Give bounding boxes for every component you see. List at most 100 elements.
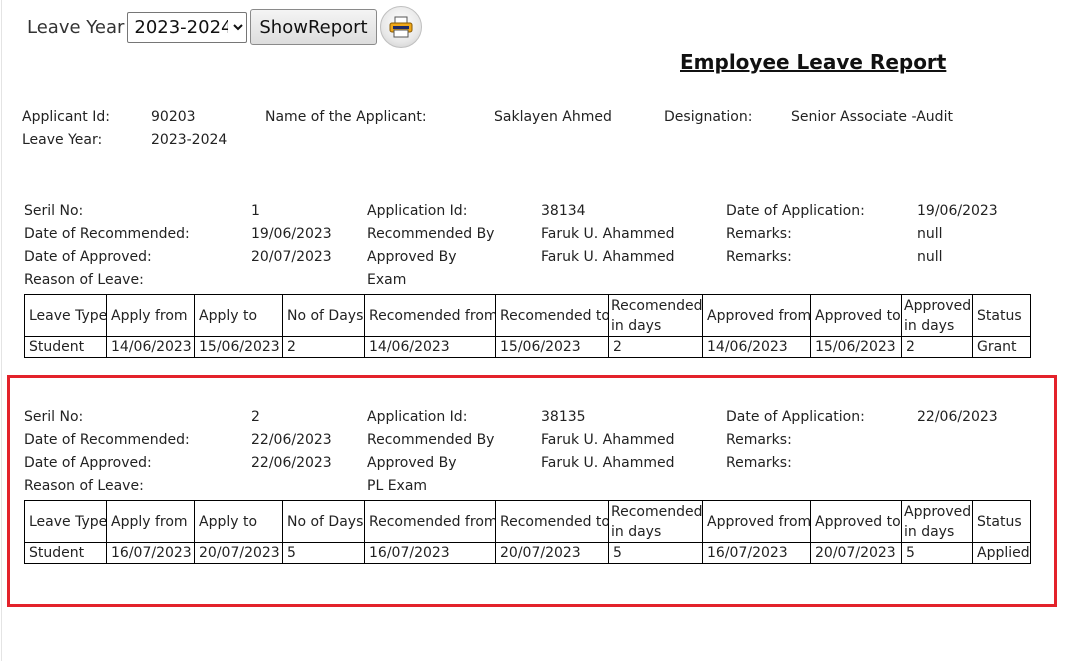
approved-by-value: Faruk U. Ahammed — [541, 455, 675, 471]
column-header: Recomended from — [364, 294, 496, 337]
table-cell: 5 — [901, 542, 973, 564]
recommended-by-label: Recommended By — [367, 432, 495, 448]
approved-by-label: Approved By — [367, 249, 457, 265]
column-header: Leave Type — [24, 294, 107, 337]
show-report-button[interactable]: ShowReport — [250, 9, 377, 45]
leave-year-info-label: Leave Year: — [22, 132, 103, 148]
column-header: No of Days — [282, 294, 365, 337]
column-header: Approved in days — [901, 294, 973, 337]
table-row: Student 16/07/2023 20/07/2023 5 16/07/20… — [24, 542, 1031, 564]
table-cell: 2 — [901, 336, 973, 358]
date-of-approved-value: 20/07/2023 — [251, 249, 332, 265]
table-cell: 2 — [608, 336, 703, 358]
approved-remarks-label: Remarks: — [726, 249, 792, 265]
column-header: Recomended in days — [608, 294, 703, 337]
reason-of-leave-label: Reason of Leave: — [24, 478, 144, 494]
table-cell: 5 — [608, 542, 703, 564]
table-cell: 15/06/2023 — [495, 336, 609, 358]
date-of-recommended-value: 19/06/2023 — [251, 226, 332, 242]
column-header: Recomended to — [495, 294, 609, 337]
report-title: Employee Leave Report — [680, 50, 947, 74]
column-header: Approved from — [702, 294, 811, 337]
table-cell: 14/06/2023 — [702, 336, 811, 358]
leave-year-select[interactable]: 2023-2024 — [127, 11, 248, 43]
recommended-by-label: Recommended By — [367, 226, 495, 242]
table-cell: 15/06/2023 — [194, 336, 283, 358]
reason-of-leave-value: PL Exam — [367, 478, 428, 494]
date-of-application-label: Date of Application: — [726, 203, 865, 219]
table-cell: Grant — [972, 336, 1031, 358]
application-id-label: Application Id: — [367, 203, 468, 219]
table-cell: 20/07/2023 — [495, 542, 609, 564]
applicant-name-label: Name of the Applicant: — [265, 109, 427, 125]
column-header: Recomended to — [495, 500, 609, 543]
table-cell: 16/07/2023 — [106, 542, 195, 564]
column-header: No of Days — [282, 500, 365, 543]
seril-no-label: Seril No: — [24, 409, 84, 425]
date-of-recommended-label: Date of Recommended: — [24, 226, 190, 242]
reason-of-leave-value: Exam — [367, 272, 407, 288]
column-header: Approved in days — [901, 500, 973, 543]
recommended-by-value: Faruk U. Ahammed — [541, 432, 675, 448]
applicant-id-label: Applicant Id: — [22, 109, 110, 125]
table-header-row: Leave Type Apply from Apply to No of Day… — [24, 500, 1031, 543]
table-cell: 20/07/2023 — [810, 542, 902, 564]
recommended-remarks-label: Remarks: — [726, 432, 792, 448]
recommended-remarks-label: Remarks: — [726, 226, 792, 242]
date-of-approved-label: Date of Approved: — [24, 249, 152, 265]
reason-of-leave-label: Reason of Leave: — [24, 272, 144, 288]
table-header-row: Leave Type Apply from Apply to No of Day… — [24, 294, 1031, 337]
date-of-recommended-value: 22/06/2023 — [251, 432, 332, 448]
approved-remarks-label: Remarks: — [726, 455, 792, 471]
date-of-approved-value: 22/06/2023 — [251, 455, 332, 471]
recommended-by-value: Faruk U. Ahammed — [541, 226, 675, 242]
printer-icon-graphic — [389, 16, 413, 38]
seril-no-label: Seril No: — [24, 203, 84, 219]
application-id-value: 38135 — [541, 409, 586, 425]
column-header: Apply from — [106, 500, 195, 543]
applicant-name-value: Saklayen Ahmed — [494, 109, 612, 125]
leave-year-info-value: 2023-2024 — [151, 132, 228, 148]
table-row: Student 14/06/2023 15/06/2023 2 14/06/20… — [24, 336, 1031, 358]
recommended-remarks-value: null — [917, 226, 943, 242]
column-header: Apply from — [106, 294, 195, 337]
column-header: Status — [972, 500, 1031, 543]
leave-year-label: Leave Year — [27, 16, 125, 38]
designation-value: Senior Associate -Audit — [791, 109, 953, 125]
date-of-application-value: 19/06/2023 — [917, 203, 998, 219]
column-header: Recomended from — [364, 500, 496, 543]
table-cell: 5 — [282, 542, 365, 564]
column-header: Approved from — [702, 500, 811, 543]
date-of-recommended-label: Date of Recommended: — [24, 432, 190, 448]
column-header: Approved to — [810, 294, 902, 337]
table-cell: 14/06/2023 — [106, 336, 195, 358]
table-cell: 20/07/2023 — [194, 542, 283, 564]
left-border — [1, 0, 2, 661]
date-of-approved-label: Date of Approved: — [24, 455, 152, 471]
table-cell: 14/06/2023 — [364, 336, 496, 358]
column-header: Apply to — [194, 500, 283, 543]
leave-table: Leave Type Apply from Apply to No of Day… — [24, 294, 1031, 358]
application-id-value: 38134 — [541, 203, 586, 219]
seril-no-value: 1 — [251, 203, 260, 219]
column-header: Approved to — [810, 500, 902, 543]
table-cell: 16/07/2023 — [364, 542, 496, 564]
application-id-label: Application Id: — [367, 409, 468, 425]
leave-table: Leave Type Apply from Apply to No of Day… — [24, 500, 1031, 564]
column-header: Apply to — [194, 294, 283, 337]
column-header: Status — [972, 294, 1031, 337]
applicant-id-value: 90203 — [151, 109, 196, 125]
table-cell: Applied — [972, 542, 1031, 564]
table-cell: Student — [24, 336, 107, 358]
seril-no-value: 2 — [251, 409, 260, 425]
designation-label: Designation: — [664, 109, 753, 125]
approved-remarks-value: null — [917, 249, 943, 265]
printer-icon[interactable] — [379, 6, 422, 48]
date-of-application-label: Date of Application: — [726, 409, 865, 425]
table-cell: 15/06/2023 — [810, 336, 902, 358]
highlight-box — [7, 375, 1057, 607]
table-cell: Student — [24, 542, 107, 564]
table-cell: 2 — [282, 336, 365, 358]
column-header: Recomended in days — [608, 500, 703, 543]
date-of-application-value: 22/06/2023 — [917, 409, 998, 425]
